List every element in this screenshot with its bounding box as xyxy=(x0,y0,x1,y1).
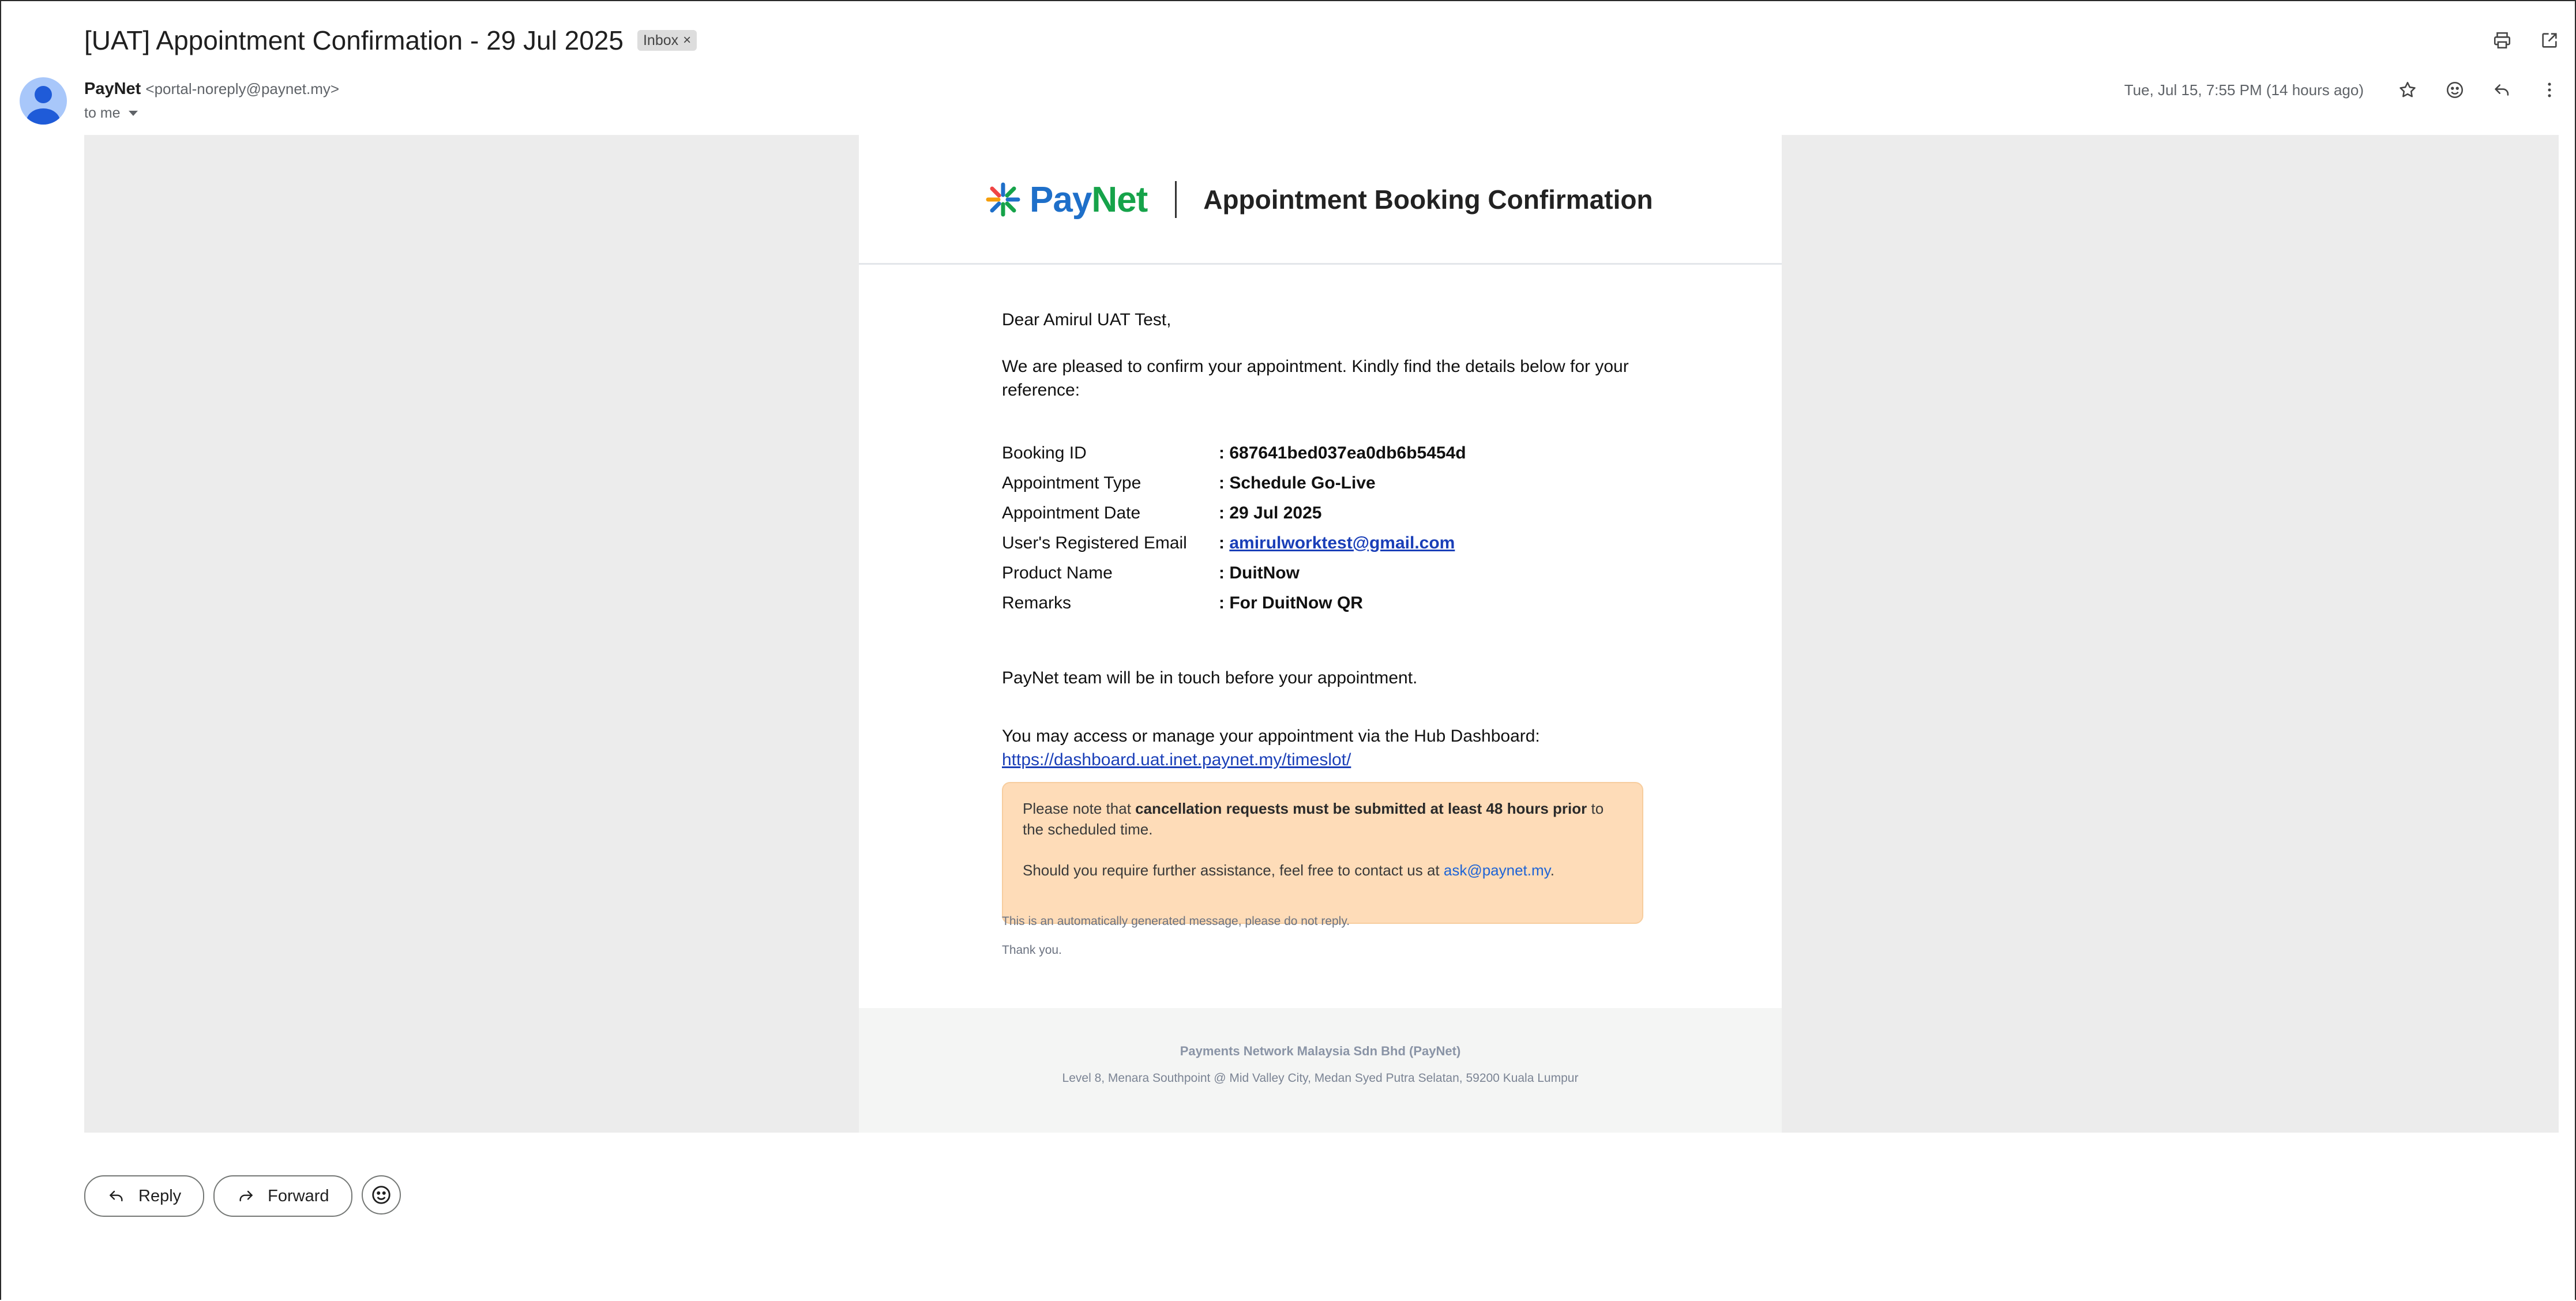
detail-row-registered-email: User's Registered Email : amirulworktest… xyxy=(1002,533,1455,552)
open-in-new-icon xyxy=(2542,33,2557,48)
touch-text: PayNet team will be in touch before your… xyxy=(1002,668,1418,687)
header-divider xyxy=(1175,181,1177,218)
recipient-text: to me xyxy=(84,105,121,121)
more-options-button[interactable] xyxy=(2536,76,2563,104)
more-vert-icon xyxy=(2548,82,2551,97)
intro-text: We are pleased to confirm your appointme… xyxy=(1002,357,1629,400)
thank-you-note: Thank you. xyxy=(1002,943,1062,957)
forward-icon xyxy=(239,1190,253,1202)
detail-row-product-name: Product Name : DuitNow xyxy=(1002,563,1300,582)
print-button[interactable] xyxy=(2488,27,2516,54)
detail-row-appointment-date: Appointment Date : 29 Jul 2025 xyxy=(1002,503,1322,522)
email-body: PayNet Appointment Booking Confirmation … xyxy=(84,135,2559,1133)
email-footer: Payments Network Malaysia Sdn Bhd (PayNe… xyxy=(859,1008,1782,1133)
paynet-logo: PayNet Appointment Booking Confirmation xyxy=(985,176,1653,223)
dashboard-link[interactable]: https://dashboard.uat.inet.paynet.my/tim… xyxy=(1002,750,1351,769)
email-card: PayNet Appointment Booking Confirmation … xyxy=(859,135,1782,1133)
registered-email-link[interactable]: amirulworktest@gmail.com xyxy=(1229,533,1455,552)
reply-icon xyxy=(110,1190,123,1202)
email-subject-bar: [UAT] Appointment Confirmation - 29 Jul … xyxy=(84,22,697,59)
cancellation-notice: Please note that cancellation requests m… xyxy=(1002,782,1643,924)
reply-icon-button[interactable] xyxy=(2488,76,2516,104)
auto-message-note: This is an automatically generated messa… xyxy=(1002,915,1350,928)
detail-row-remarks: Remarks : For DuitNow QR xyxy=(1002,593,1363,612)
chevron-down-icon xyxy=(128,111,138,116)
paynet-star-logo-icon xyxy=(986,182,1020,217)
sender-avatar[interactable] xyxy=(20,77,67,125)
greeting: Dear Amirul UAT Test, xyxy=(1002,310,1171,329)
booking-details: Booking ID : 687641bed037ea0db6b5454d Ap… xyxy=(1002,438,1642,618)
sender-name[interactable]: PayNet xyxy=(84,80,141,98)
star-icon xyxy=(2399,81,2416,97)
reply-icon xyxy=(2495,84,2509,96)
notice-text: Please note that cancellation requests m… xyxy=(1023,800,1604,838)
reply-actions: Reply Forward xyxy=(84,1175,401,1217)
sender-email: <portal-noreply@paynet.my> xyxy=(145,80,340,97)
inbox-label-chip[interactable]: Inbox × xyxy=(637,30,697,51)
emoji-reaction-button[interactable] xyxy=(361,1175,401,1214)
emoji-icon xyxy=(2446,81,2464,99)
support-email-link[interactable]: ask@paynet.my xyxy=(1444,862,1550,879)
label-text: Inbox xyxy=(643,32,679,48)
add-reaction-button[interactable] xyxy=(2441,76,2469,104)
remove-label-icon[interactable]: × xyxy=(683,32,691,48)
thread-actions xyxy=(2488,27,2563,54)
header-title: Appointment Booking Confirmation xyxy=(1203,185,1653,215)
paynet-wordmark: PayNet xyxy=(1030,179,1148,220)
footer-address: Level 8, Menara Southpoint @ Mid Valley … xyxy=(1062,1071,1579,1085)
person-icon xyxy=(27,86,60,125)
forward-button[interactable]: Forward xyxy=(213,1175,352,1217)
detail-row-appointment-type: Appointment Type : Schedule Go-Live xyxy=(1002,473,1376,492)
message-actions: Tue, Jul 15, 7:55 PM (14 hours ago) xyxy=(2124,76,2563,104)
sender-line: PayNet <portal-noreply@paynet.my> xyxy=(84,80,339,99)
reply-button[interactable]: Reply xyxy=(84,1175,205,1217)
emoji-icon xyxy=(371,1186,390,1204)
printer-icon xyxy=(2494,32,2511,49)
open-new-window-button[interactable] xyxy=(2536,27,2563,54)
star-button[interactable] xyxy=(2394,76,2421,104)
access-text: You may access or manage your appointmen… xyxy=(1002,727,1540,746)
email-subject: [UAT] Appointment Confirmation - 29 Jul … xyxy=(84,25,624,55)
detail-row-booking-id: Booking ID : 687641bed037ea0db6b5454d xyxy=(1002,443,1466,463)
footer-company: Payments Network Malaysia Sdn Bhd (PayNe… xyxy=(1180,1044,1461,1058)
message-date: Tue, Jul 15, 7:55 PM (14 hours ago) xyxy=(2124,81,2364,99)
message-content: Dear Amirul UAT Test, We are pleased to … xyxy=(1002,308,1642,772)
recipient-details-toggle[interactable]: to me xyxy=(84,105,138,122)
email-header: PayNet Appointment Booking Confirmation xyxy=(859,135,1782,265)
notice-help: Should you require further assistance, f… xyxy=(1023,862,1554,879)
